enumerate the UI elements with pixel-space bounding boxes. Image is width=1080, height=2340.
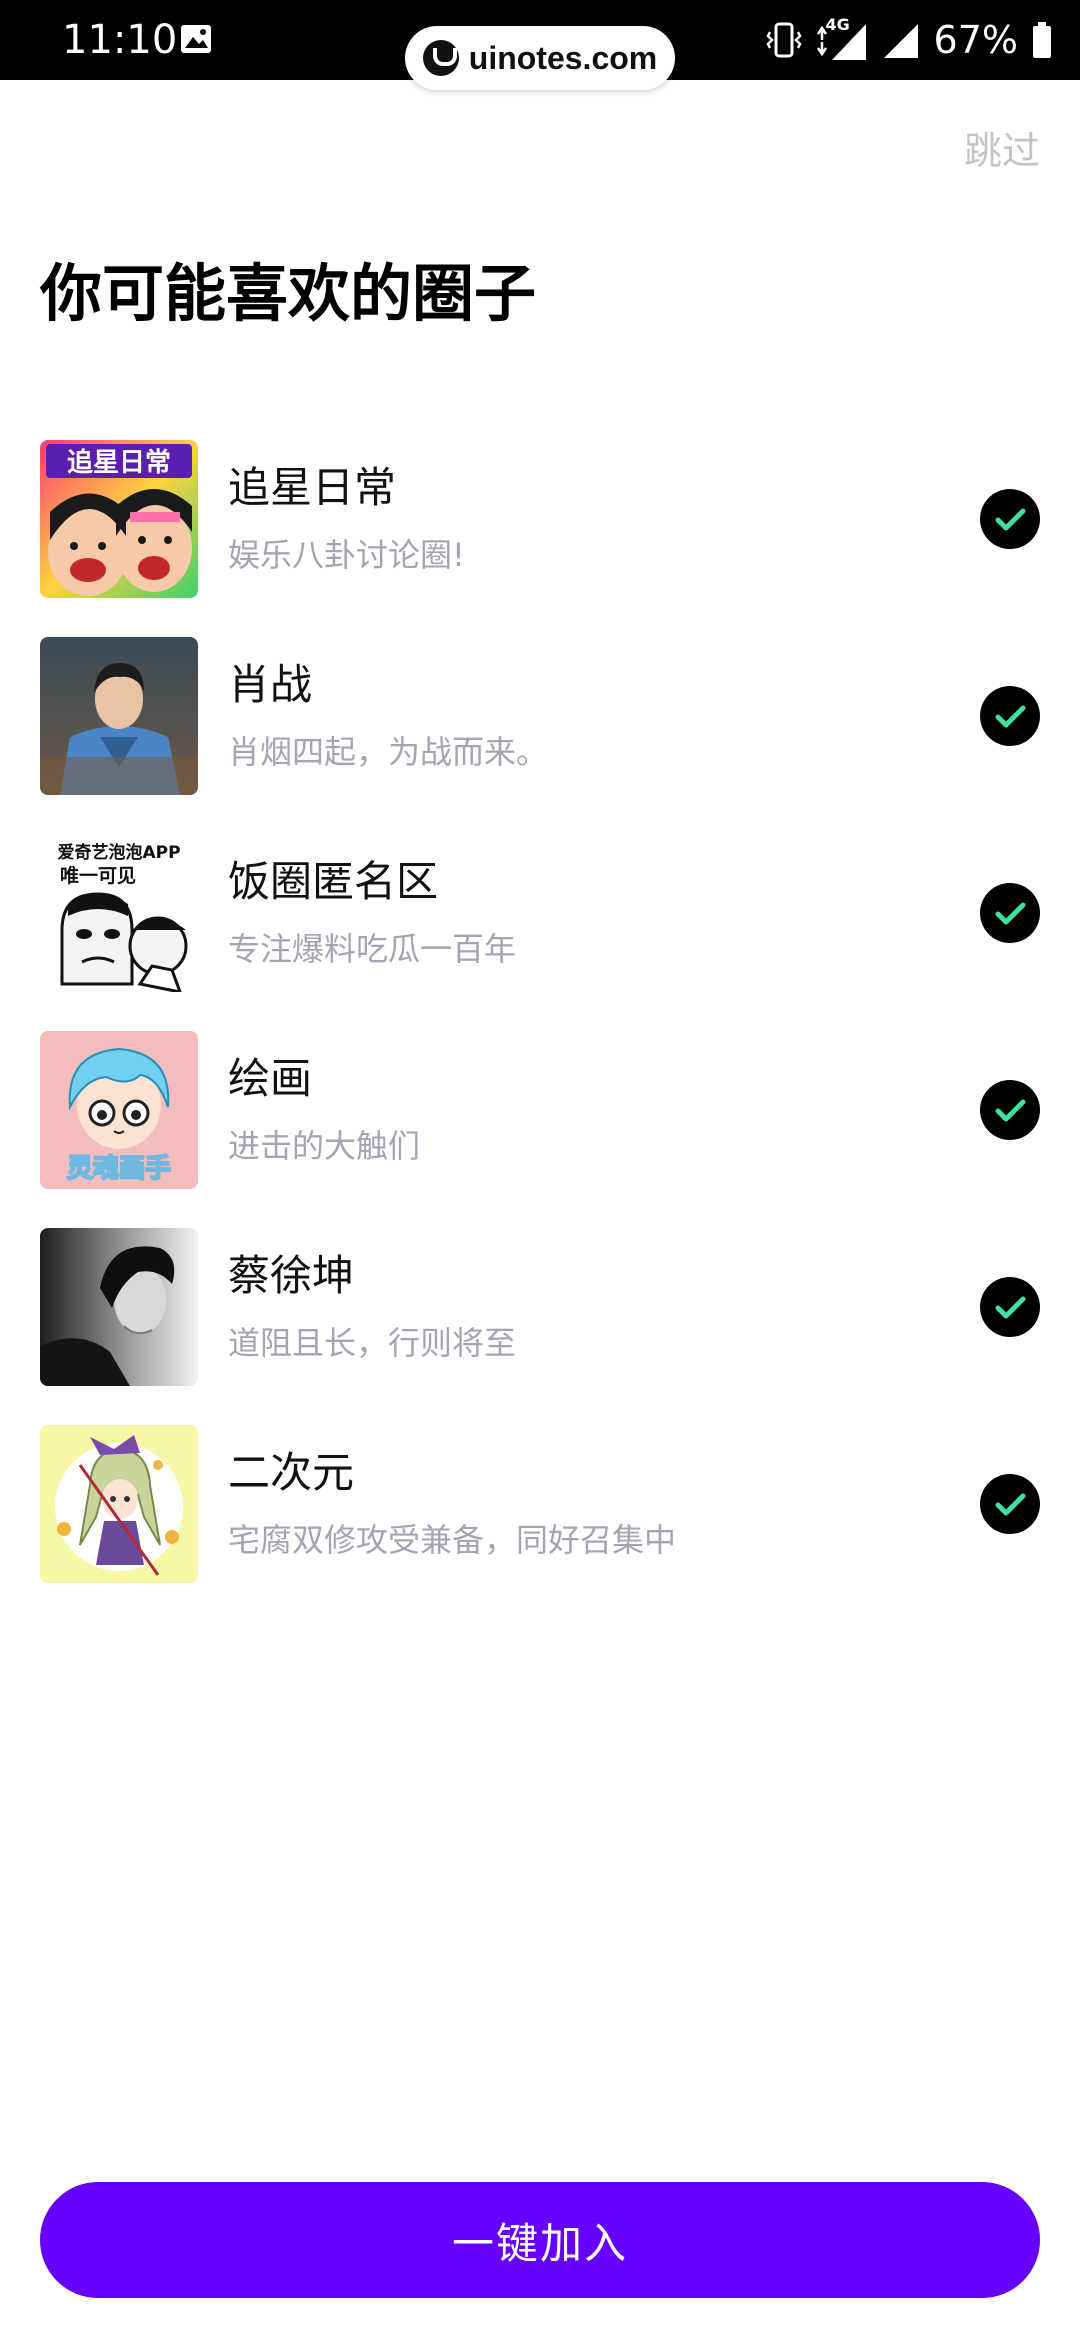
watermark-badge: uinotes.com (405, 26, 675, 90)
circle-name: 饭圈匿名区 (228, 857, 439, 906)
circle-avatar (40, 1228, 198, 1386)
check-icon (995, 1099, 1026, 1122)
circle-avatar: 追星日常 (40, 440, 198, 598)
selected-check-button[interactable] (980, 883, 1040, 943)
avatar-text: 追星日常 (67, 447, 171, 478)
circle-description: 肖烟四起，为战而来。 (228, 733, 549, 771)
check-icon (995, 1493, 1026, 1516)
selected-check-button[interactable] (980, 686, 1040, 746)
battery-icon (1032, 21, 1052, 59)
watermark-text: uinotes.com (468, 39, 658, 76)
check-icon (995, 1296, 1026, 1319)
selected-check-button[interactable] (980, 1080, 1040, 1140)
avatar-text-line1: 爱奇艺泡泡APP (57, 842, 180, 863)
circle-description: 进击的大触们 (228, 1127, 421, 1165)
signal-icon (882, 20, 920, 60)
selected-check-button[interactable] (980, 1474, 1040, 1534)
circle-list: 追星日常 追星日常 娱乐八卦讨论圈! 肖战 肖烟四起，为战而来。 爱奇艺泡泡AP… (0, 440, 1080, 1622)
avatar-text-line2: 唯一可见 (60, 864, 136, 887)
check-icon (995, 508, 1026, 531)
image-notification-icon (180, 24, 212, 54)
circle-item-erciyuan[interactable]: 二次元 宅腐双修攻受兼备，同好召集中 (0, 1425, 1080, 1583)
circle-description: 道阻且长，行则将至 (228, 1324, 517, 1362)
circle-description: 专注爆料吃瓜一百年 (228, 930, 517, 968)
check-icon (995, 902, 1026, 925)
circle-name: 肖战 (228, 660, 313, 709)
circle-avatar (40, 637, 198, 795)
selected-check-button[interactable] (980, 1277, 1040, 1337)
circle-item-zhuixing-richang[interactable]: 追星日常 追星日常 娱乐八卦讨论圈! (0, 440, 1080, 598)
circle-avatar: 爱奇艺泡泡APP 唯一可见 (40, 834, 198, 992)
status-icons: 4G 67% (766, 14, 1052, 66)
vibrate-icon (766, 20, 802, 60)
circle-name: 二次元 (228, 1448, 355, 1497)
circle-name: 蔡徐坤 (228, 1251, 355, 1300)
circle-item-huihua[interactable]: 灵魂画手 绘画 进击的大触们 (0, 1031, 1080, 1189)
circle-name: 绘画 (228, 1054, 313, 1103)
check-icon (995, 705, 1026, 728)
status-time: 11:10 (62, 17, 178, 63)
avatar-text: 灵魂画手 (67, 1154, 171, 1184)
circle-item-xiaozhan[interactable]: 肖战 肖烟四起，为战而来。 (0, 637, 1080, 795)
join-all-button[interactable]: 一键加入 (40, 2182, 1040, 2298)
circle-description: 娱乐八卦讨论圈! (228, 536, 465, 574)
mobile-signal-4g-icon: 4G (816, 16, 868, 62)
uinotes-logo-icon (422, 40, 459, 76)
selected-check-button[interactable] (980, 489, 1040, 549)
circle-avatar: 灵魂画手 (40, 1031, 198, 1189)
circle-name: 追星日常 (228, 463, 397, 512)
skip-button[interactable]: 跳过 (964, 120, 1040, 175)
circle-description: 宅腐双修攻受兼备，同好召集中 (228, 1521, 677, 1559)
circle-avatar (40, 1425, 198, 1583)
circle-item-fanquan-niming[interactable]: 爱奇艺泡泡APP 唯一可见 饭圈匿名区 专注爆料吃瓜一百年 (0, 834, 1080, 992)
page-title: 你可能喜欢的圈子 (40, 257, 537, 330)
battery-percentage: 67% (933, 18, 1018, 62)
circle-item-caixukun[interactable]: 蔡徐坤 道阻且长，行则将至 (0, 1228, 1080, 1386)
